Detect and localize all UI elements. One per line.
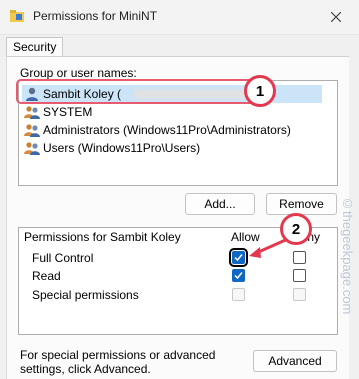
user-name: SYSTEM [43,105,93,119]
permission-read-label: Read [32,269,61,283]
permissions-for-label: Permissions for Sambit Koley [24,230,181,244]
user-name: Users (Windows11Pro\Users) [43,141,201,155]
permission-special-label: Special permissions [32,288,139,302]
checkmark-icon [234,272,243,280]
users-group-icon [24,142,40,155]
advanced-button[interactable]: Advanced [253,350,337,372]
list-item-users[interactable]: Users (Windows11Pro\Users) [22,139,322,157]
users-group-icon [24,106,40,119]
users-group-icon [24,124,40,137]
list-item-system[interactable]: SYSTEM [22,103,322,121]
permission-full-control-label: Full Control [32,251,94,265]
read-allow-checkbox[interactable] [232,269,245,282]
close-button[interactable] [313,0,359,34]
tab-security[interactable]: Security [6,37,64,57]
title-bar: Permissions for MiniNT [0,0,359,35]
remove-button[interactable]: Remove [266,193,337,215]
list-item-administrators[interactable]: Administrators (Windows11Pro\Administrat… [22,121,322,139]
group-list-label: Group or user names: [20,66,137,80]
read-deny-checkbox[interactable] [293,269,306,282]
folder-shield-icon [10,10,24,22]
user-name: Administrators (Windows11Pro\Administrat… [43,123,291,137]
advanced-hint-text: For special permissions or advanced sett… [20,348,216,376]
special-deny-checkbox [293,288,306,301]
step-2-callout: 2 [280,213,312,245]
close-icon [331,12,341,22]
step-1-callout: 1 [244,75,276,107]
full-control-allow-checkbox[interactable] [229,248,248,267]
special-allow-checkbox [232,288,245,301]
watermark: ©thegeekpage.com [340,196,355,315]
selection-highlight-annotation [16,79,264,104]
window-title: Permissions for MiniNT [33,9,158,23]
add-button[interactable]: Add... [185,193,255,215]
tab-bar: Security [0,34,359,57]
checkmark-icon [234,254,243,262]
